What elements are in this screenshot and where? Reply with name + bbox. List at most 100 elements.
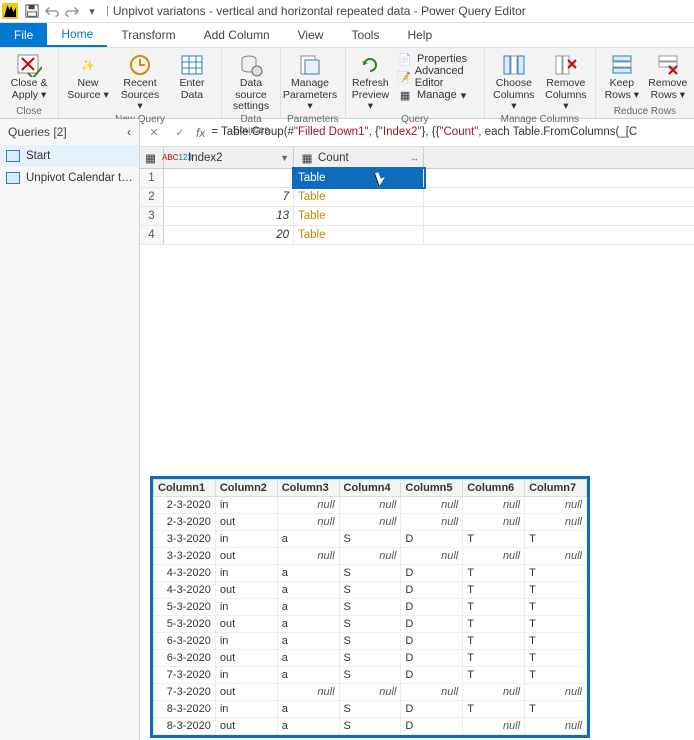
preview-cell: T [525, 667, 587, 684]
preview-cell: null [525, 718, 587, 735]
formula-text[interactable]: = Table.Group(#"Filled Down1", {"Index2"… [211, 126, 690, 139]
preview-row[interactable]: 3-3-2020outnullnullnullnullnull [154, 548, 587, 565]
preview-row[interactable]: 2-3-2020outnullnullnullnullnull [154, 514, 587, 531]
preview-column-header[interactable]: Column5 [401, 480, 463, 497]
close-apply-icon [15, 52, 43, 78]
cell-index2[interactable]: 7 [164, 188, 294, 206]
manage-parameters-button[interactable]: Manage Parameters ▾ [287, 50, 333, 113]
qat-dropdown-icon[interactable]: ▾ [82, 1, 102, 21]
cell-index2[interactable]: 13 [164, 207, 294, 225]
preview-cell: T [525, 650, 587, 667]
preview-cell: null [525, 497, 587, 514]
row-header-corner[interactable]: ▦ [140, 147, 164, 168]
cell-count[interactable]: Table [294, 226, 424, 244]
table-row[interactable]: 27Table [140, 188, 694, 207]
column-header-index2[interactable]: ABC123Index2▼ [164, 147, 294, 168]
row-number: 4 [140, 226, 164, 244]
remove-rows-button[interactable]: Remove Rows ▾ [648, 50, 688, 101]
cell-count[interactable]: Table [294, 207, 424, 225]
cell-count[interactable]: Table [294, 169, 424, 187]
preview-cell: in [215, 701, 277, 718]
collapse-panel-icon[interactable]: ‹ [127, 125, 131, 139]
preview-cell: out [215, 582, 277, 599]
preview-cell: null [401, 497, 463, 514]
save-icon[interactable] [22, 1, 42, 21]
remove-columns-button[interactable]: Remove Columns ▾ [543, 50, 589, 113]
table-row[interactable]: 313Table [140, 207, 694, 226]
data-source-settings-button[interactable]: Data source settings [228, 50, 274, 113]
cell-count[interactable]: Table [294, 188, 424, 206]
refresh-preview-button[interactable]: Refresh Preview ▾ [352, 50, 389, 113]
enter-data-icon [178, 52, 206, 78]
preview-row[interactable]: 3-3-2020inaSDTT [154, 531, 587, 548]
keep-rows-icon [608, 52, 636, 78]
tab-add-column[interactable]: Add Column [190, 23, 284, 47]
preview-cell: T [463, 616, 525, 633]
preview-row[interactable]: 8-3-2020inaSDTT [154, 701, 587, 718]
preview-row[interactable]: 4-3-2020inaSDTT [154, 565, 587, 582]
preview-row[interactable]: 7-3-2020outnullnullnullnullnull [154, 684, 587, 701]
filter-dropdown-icon[interactable]: ▼ [280, 153, 289, 163]
query-item-unpivot[interactable]: Unpivot Calendar to T... [0, 167, 139, 189]
preview-cell: S [339, 599, 401, 616]
keep-rows-button[interactable]: Keep Rows ▾ [602, 50, 642, 101]
cell-index2[interactable]: 20 [164, 226, 294, 244]
preview-cell: T [463, 667, 525, 684]
preview-cell: 4-3-2020 [154, 582, 216, 599]
preview-cell: D [401, 616, 463, 633]
gear-db-icon [237, 52, 265, 78]
advanced-editor-button[interactable]: 📝Advanced Editor [395, 68, 478, 86]
tab-home[interactable]: Home [47, 23, 107, 47]
close-apply-button[interactable]: Close & Apply ▾ [6, 50, 52, 101]
preview-column-header[interactable]: Column1 [154, 480, 216, 497]
new-source-button[interactable]: ✨New Source ▾ [65, 50, 111, 101]
tab-view[interactable]: View [284, 23, 338, 47]
preview-row[interactable]: 5-3-2020inaSDTT [154, 599, 587, 616]
ribbon: Close & Apply ▾ Close ✨New Source ▾ Rece… [0, 47, 694, 119]
preview-row[interactable]: 2-3-2020innullnullnullnullnull [154, 497, 587, 514]
preview-cell: D [401, 565, 463, 582]
tab-tools[interactable]: Tools [337, 23, 393, 47]
expand-icon[interactable]: ↔ [410, 153, 419, 163]
preview-row[interactable]: 5-3-2020outaSDTT [154, 616, 587, 633]
preview-column-header[interactable]: Column4 [339, 480, 401, 497]
preview-column-header[interactable]: Column2 [215, 480, 277, 497]
preview-cell: 3-3-2020 [154, 548, 216, 565]
preview-column-header[interactable]: Column6 [463, 480, 525, 497]
preview-cell: S [339, 718, 401, 735]
commit-formula-icon[interactable]: ✓ [170, 123, 190, 143]
preview-cell: null [463, 514, 525, 531]
query-item-start[interactable]: Start [0, 145, 139, 167]
recent-sources-button[interactable]: Recent Sources ▾ [117, 50, 163, 113]
tab-transform[interactable]: Transform [107, 23, 189, 47]
formula-bar: ✕ ✓ fx = Table.Group(#"Filled Down1", {"… [140, 119, 694, 147]
redo-icon[interactable] [62, 1, 82, 21]
enter-data-button[interactable]: Enter Data [169, 50, 215, 101]
refresh-icon [356, 52, 384, 78]
queries-panel: Queries [2] ‹ Start Unpivot Calendar to … [0, 119, 140, 740]
fx-icon[interactable]: fx [196, 126, 205, 140]
preview-row[interactable]: 6-3-2020inaSDTT [154, 633, 587, 650]
cell-index2[interactable] [164, 169, 294, 187]
preview-column-header[interactable]: Column3 [277, 480, 339, 497]
preview-row[interactable]: 7-3-2020inaSDTT [154, 667, 587, 684]
preview-cell: T [525, 701, 587, 718]
preview-column-header[interactable]: Column7 [525, 480, 587, 497]
preview-row[interactable]: 6-3-2020outaSDTT [154, 650, 587, 667]
cancel-formula-icon[interactable]: ✕ [144, 123, 164, 143]
table-icon [6, 150, 20, 162]
preview-cell: D [401, 650, 463, 667]
table-row[interactable]: 420Table [140, 226, 694, 245]
column-header-count[interactable]: ▦Count↔ [294, 147, 424, 168]
tab-file[interactable]: File [0, 23, 47, 47]
preview-row[interactable]: 8-3-2020outaSDnullnull [154, 718, 587, 735]
choose-columns-button[interactable]: Choose Columns ▾ [491, 50, 537, 113]
table-row[interactable]: 1Table [140, 169, 694, 188]
preview-cell: null [525, 514, 587, 531]
undo-icon[interactable] [42, 1, 62, 21]
preview-cell: null [401, 548, 463, 565]
tab-help[interactable]: Help [393, 23, 446, 47]
preview-row[interactable]: 4-3-2020outaSDTT [154, 582, 587, 599]
preview-cell: 6-3-2020 [154, 633, 216, 650]
manage-button[interactable]: ▦Manage ▾ [395, 86, 478, 104]
